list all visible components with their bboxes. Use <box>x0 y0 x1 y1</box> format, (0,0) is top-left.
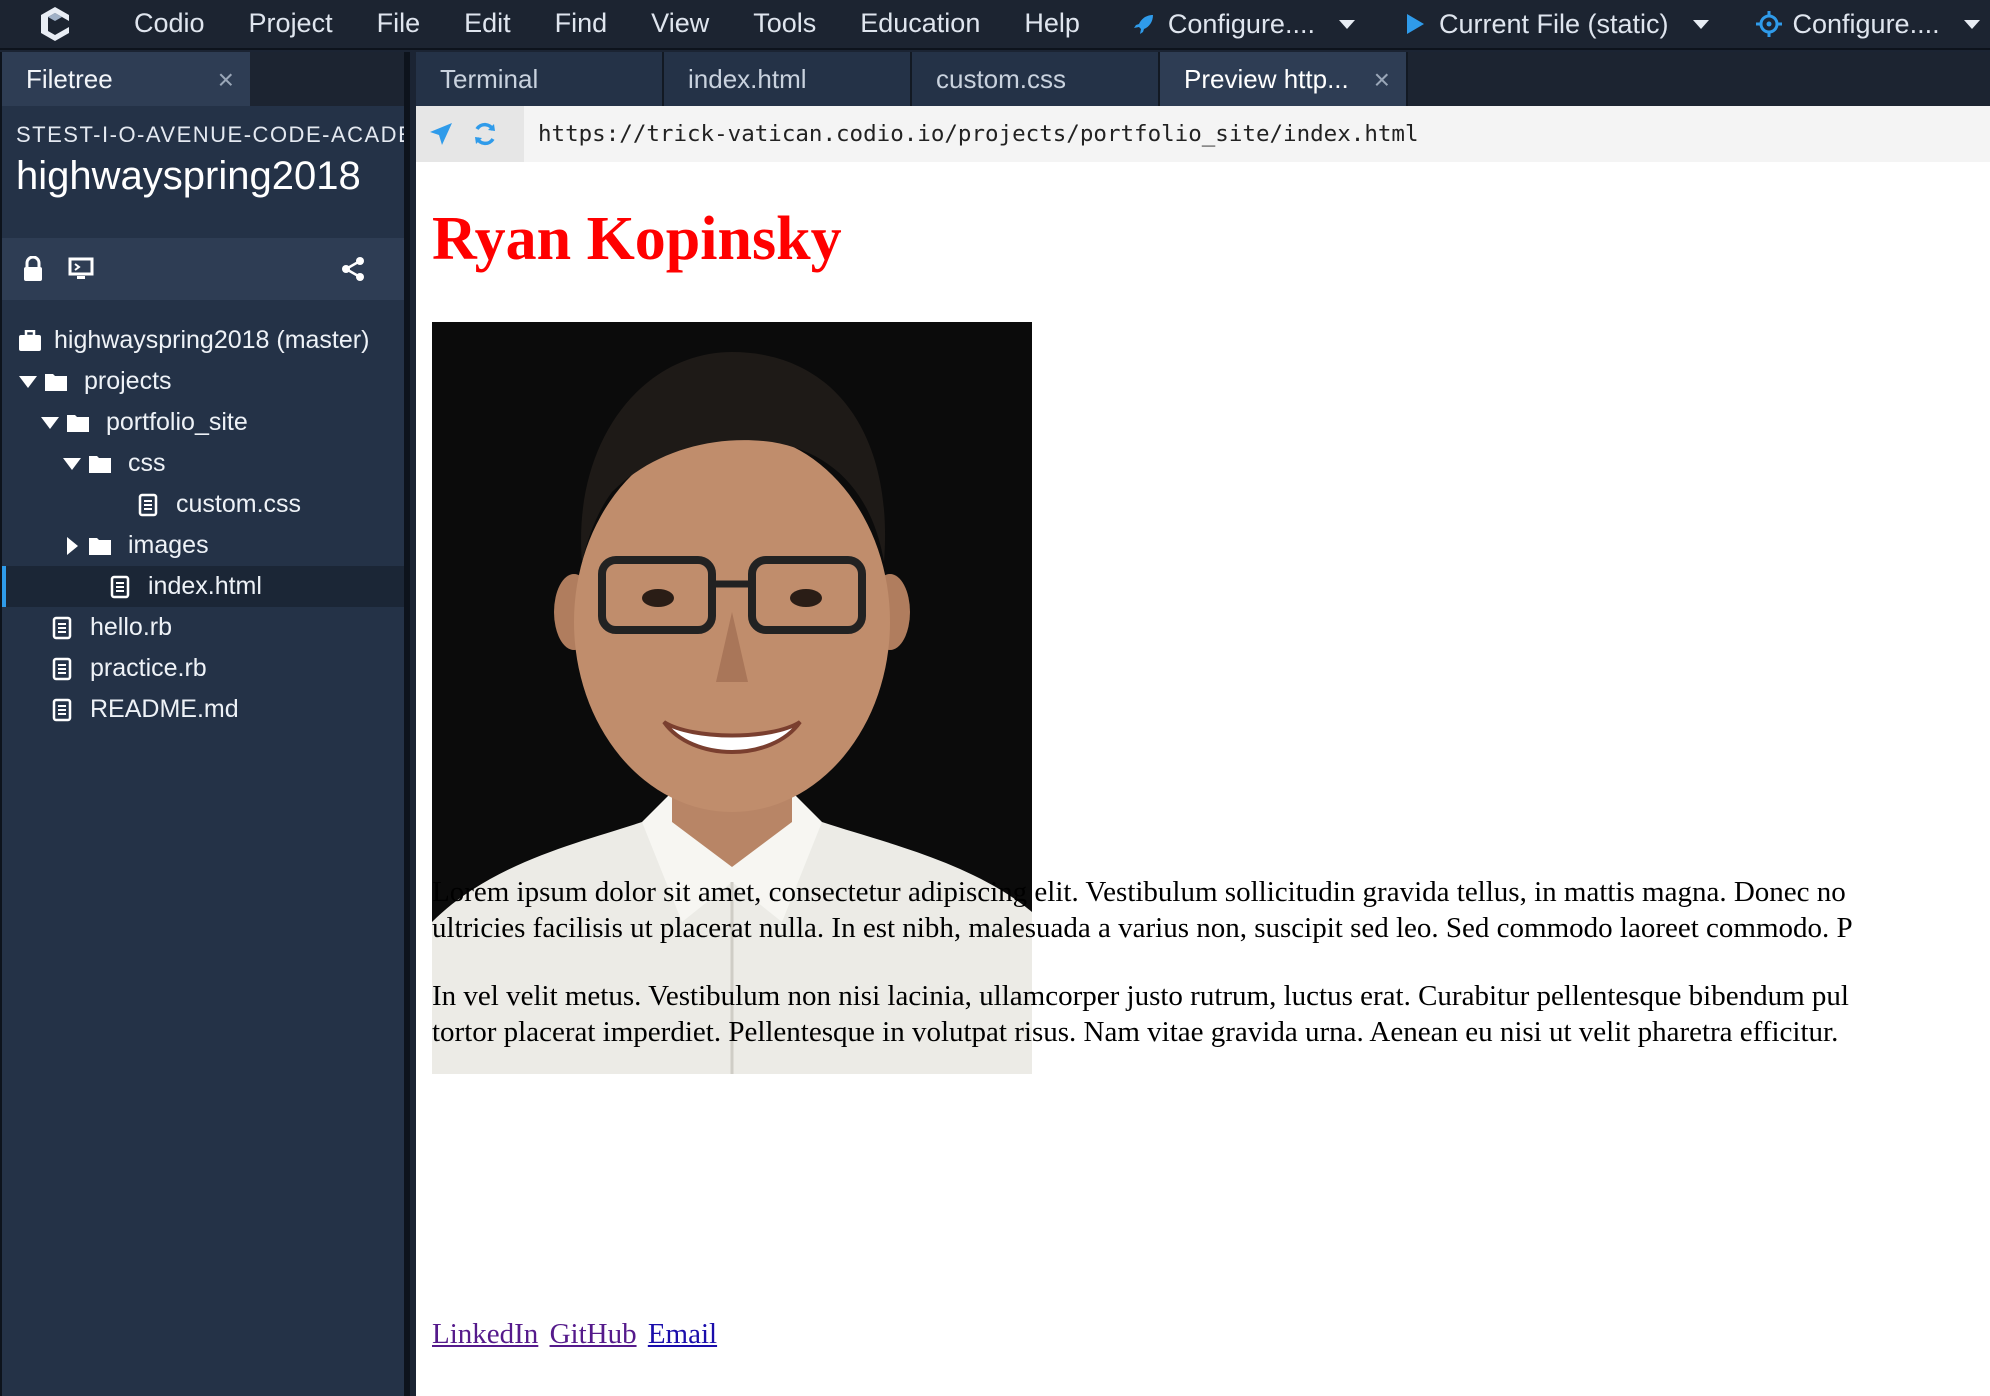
tab-preview[interactable]: Preview http... × <box>1160 52 1408 106</box>
tab-index-html[interactable]: index.html <box>664 52 912 106</box>
menu-find[interactable]: Find <box>533 0 630 49</box>
folder-icon <box>44 370 68 394</box>
file-icon <box>50 698 74 722</box>
chevron-right-icon[interactable] <box>60 536 84 556</box>
close-icon[interactable]: × <box>218 64 234 96</box>
tree-item-label: hello.rb <box>90 613 172 641</box>
file-icon <box>136 493 160 517</box>
refresh-icon[interactable] <box>472 121 498 147</box>
tree-item-label: images <box>128 531 209 559</box>
tree-item-css[interactable]: css <box>2 443 404 484</box>
project-name: highwayspring2018 <box>16 154 361 198</box>
file-icon <box>50 657 74 681</box>
file-icon <box>50 616 74 640</box>
email-link[interactable]: Email <box>648 1318 717 1350</box>
paragraph-1-line-1: Lorem ipsum dolor sit amet, consectetur … <box>432 876 1846 908</box>
chevron-down-icon <box>1338 19 1355 29</box>
tree-item-label: projects <box>84 367 172 395</box>
codio-logo-icon[interactable] <box>30 2 80 46</box>
folder-icon <box>88 534 112 558</box>
filetree-tabbar: Filetree × <box>2 52 404 106</box>
tree-item-label: custom.css <box>176 490 302 518</box>
tab-label: Preview http... <box>1184 63 1349 94</box>
chevron-down-icon <box>1963 19 1980 29</box>
debug-configure-label: Configure.... <box>1792 8 1940 39</box>
folder-icon <box>66 411 90 435</box>
tab-label: Terminal <box>440 63 539 94</box>
chevron-down-icon <box>1692 19 1709 29</box>
monitor-icon[interactable] <box>66 254 96 284</box>
tree-item-label: highwayspring2018 (master) <box>54 326 370 354</box>
tree-item-repo[interactable]: highwayspring2018 (master) <box>2 320 404 361</box>
file-icon <box>108 575 132 599</box>
social-links: LinkedIn GitHub Email <box>432 1318 721 1351</box>
tab-label: custom.css <box>936 63 1067 94</box>
project-toolbar <box>2 238 404 300</box>
tree-item-images[interactable]: images <box>2 525 404 566</box>
tree-item-custom-css[interactable]: custom.css <box>2 484 404 525</box>
deploy-configure-label: Configure.... <box>1167 8 1315 39</box>
menubar: Codio Project File Edit Find View Tools … <box>0 0 1990 50</box>
editor-tabbar: Terminal index.html custom.css Preview h… <box>416 52 1990 106</box>
menu-help[interactable]: Help <box>1002 0 1102 49</box>
preview-page: Ryan Kopinsky Lorem ipsum dolor sit amet… <box>416 162 1990 1396</box>
deploy-configure-dropdown[interactable]: Configure.... <box>1130 0 1355 49</box>
paragraph-1-line-2: ultricies facilisis ut placerat nulla. I… <box>432 912 1853 944</box>
file-tree: highwayspring2018 (master) projects port… <box>2 300 404 730</box>
profile-photo <box>432 322 1032 1074</box>
paragraph-2-line-1: In vel velit metus. Vestibulum non nisi … <box>432 980 1849 1012</box>
briefcase-icon <box>18 329 42 353</box>
tree-item-label: index.html <box>148 572 262 600</box>
chevron-down-icon[interactable] <box>60 457 84 471</box>
tree-item-hello-rb[interactable]: hello.rb <box>2 607 404 648</box>
filetree-panel: Filetree × STEST-I-O-AVENUE-CODE-ACADEMY… <box>0 52 410 1396</box>
url-input[interactable] <box>524 105 1990 162</box>
github-link[interactable]: GitHub <box>550 1318 637 1350</box>
tab-label: index.html <box>688 63 807 94</box>
tree-item-label: README.md <box>90 695 239 723</box>
linkedin-link[interactable]: LinkedIn <box>432 1318 538 1350</box>
tree-item-label: css <box>128 449 166 477</box>
close-icon[interactable]: × <box>1374 64 1390 96</box>
menu-education[interactable]: Education <box>838 0 1002 49</box>
menu-project[interactable]: Project <box>227 0 355 49</box>
crosshair-icon <box>1755 10 1783 38</box>
menu-file[interactable]: File <box>355 0 443 49</box>
tree-item-readme-md[interactable]: README.md <box>2 689 404 730</box>
tab-filetree[interactable]: Filetree × <box>2 52 250 106</box>
tree-item-portfolio-site[interactable]: portfolio_site <box>2 402 404 443</box>
rocket-icon <box>1130 10 1158 38</box>
share-icon[interactable] <box>338 254 368 284</box>
run-current-file-dropdown[interactable]: Current File (static) <box>1401 0 1709 49</box>
menu-codio[interactable]: Codio <box>112 0 227 49</box>
project-header: STEST-I-O-AVENUE-CODE-ACADEMY highwayspr… <box>2 106 404 238</box>
menu-edit[interactable]: Edit <box>442 0 533 49</box>
page-heading: Ryan Kopinsky <box>432 205 842 273</box>
debug-configure-dropdown[interactable]: Configure.... <box>1755 0 1980 49</box>
folder-icon <box>88 452 112 476</box>
chevron-down-icon[interactable] <box>38 416 62 430</box>
tab-custom-css[interactable]: custom.css <box>912 52 1160 106</box>
tab-terminal[interactable]: Terminal <box>416 52 664 106</box>
tree-item-index-html[interactable]: index.html <box>2 566 404 607</box>
paragraph-2-line-2: tortor placerat imperdiet. Pellentesque … <box>432 1016 1839 1048</box>
box-name: STEST-I-O-AVENUE-CODE-ACADEMY <box>16 122 404 147</box>
chevron-down-icon[interactable] <box>16 375 40 389</box>
run-current-file-label: Current File (static) <box>1438 8 1669 39</box>
tree-item-projects[interactable]: projects <box>2 361 404 402</box>
menu-view[interactable]: View <box>629 0 731 49</box>
preview-url-bar <box>416 105 1990 162</box>
lock-icon[interactable] <box>18 254 48 284</box>
menu-tools[interactable]: Tools <box>731 0 838 49</box>
navigate-arrow-icon[interactable] <box>428 121 454 147</box>
play-icon <box>1401 10 1429 38</box>
tree-item-label: practice.rb <box>90 654 207 682</box>
tree-item-label: portfolio_site <box>106 408 248 436</box>
tab-filetree-label: Filetree <box>26 63 113 94</box>
tree-item-practice-rb[interactable]: practice.rb <box>2 648 404 689</box>
url-bar-actions <box>416 105 524 162</box>
